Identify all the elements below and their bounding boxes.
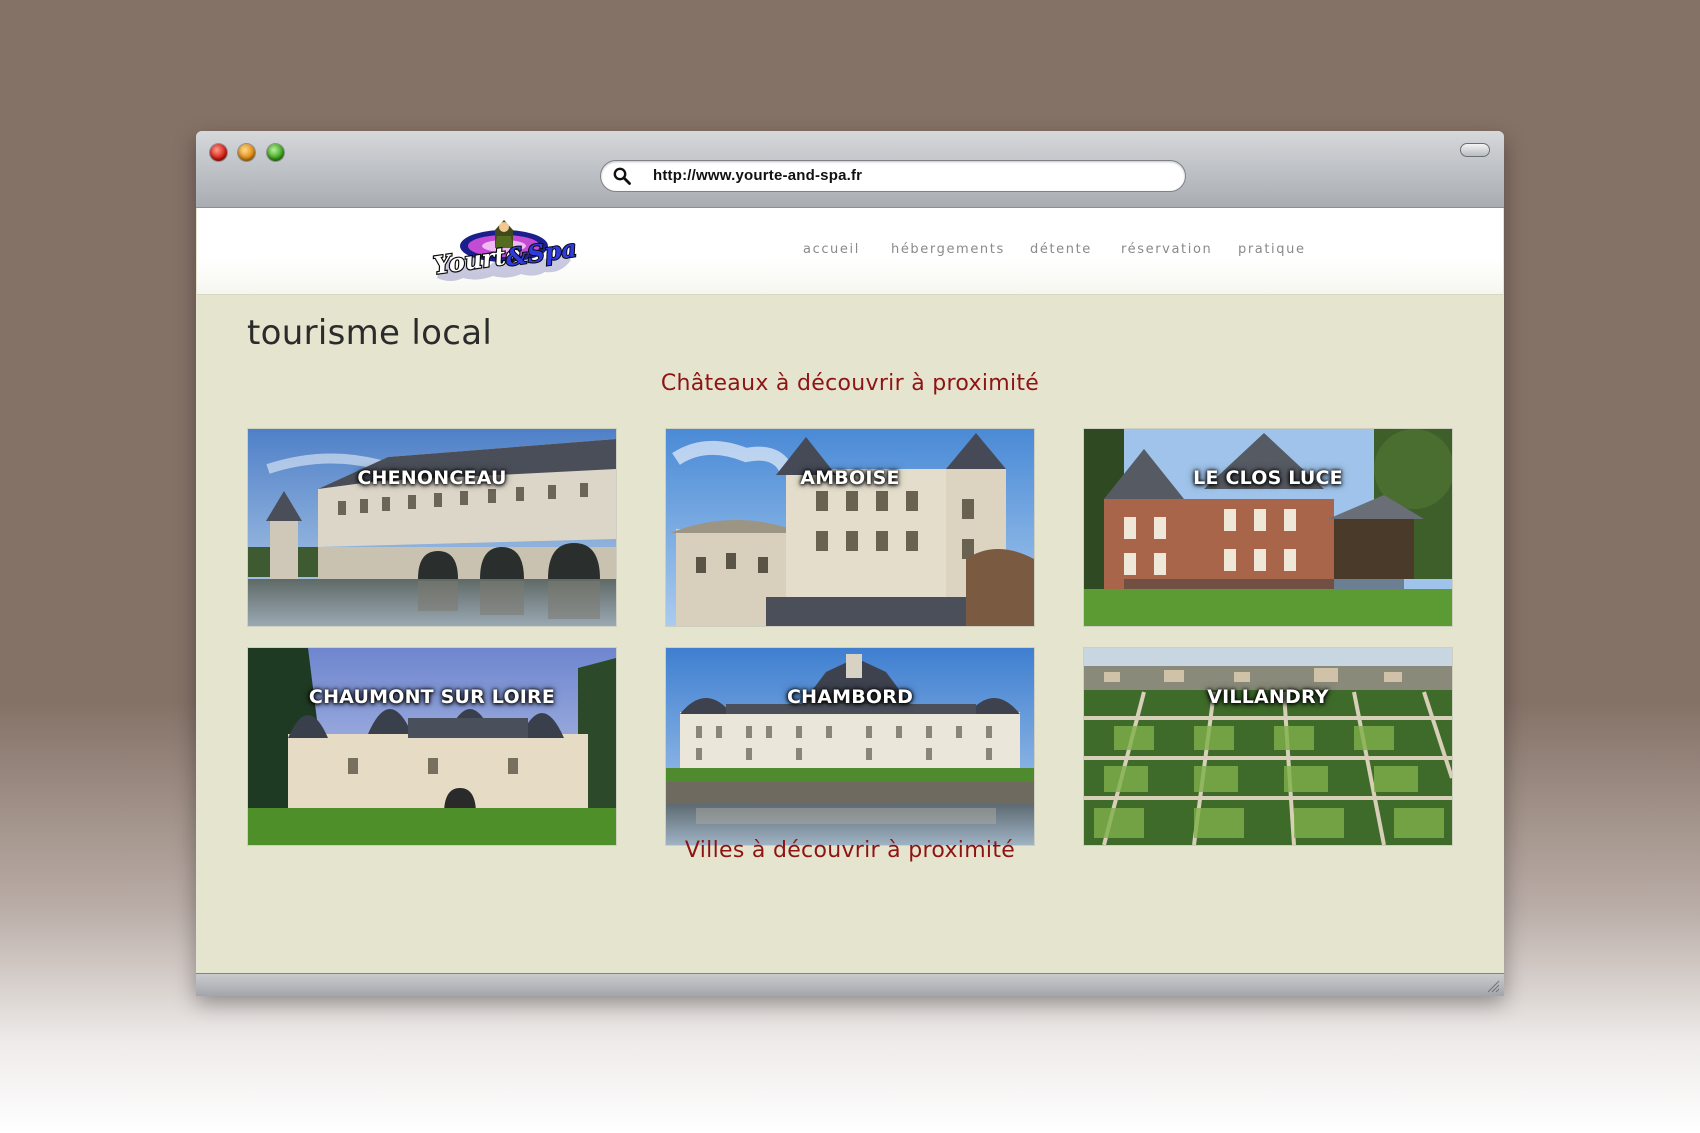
browser-window: http://www.yourte-and-spa.fr Yourte &Spa… [196,131,1504,996]
browser-titlebar: http://www.yourte-and-spa.fr [196,131,1504,208]
card-label: LE CLOS LUCE [1193,467,1343,489]
site-logo[interactable]: Yourte &Spa [429,212,579,290]
card-label: CHENONCEAU [357,467,507,489]
clos-luce-image [1084,429,1452,626]
address-bar[interactable]: http://www.yourte-and-spa.fr [600,160,1186,192]
nav-reservation[interactable]: réservation [1121,242,1212,257]
minimize-window-button[interactable] [238,144,255,161]
card-chaumont-sur-loire[interactable]: CHAUMONT SUR LOIRE [247,647,617,846]
card-label: CHAUMONT SUR LOIRE [308,686,556,708]
chambord-image [666,648,1034,845]
card-chenonceau[interactable]: CHENONCEAU [247,428,617,627]
close-window-button[interactable] [210,144,227,161]
page-content: Yourte &Spa accueil hébergements détente… [197,208,1503,972]
chenonceau-image [248,429,616,626]
card-label: CHAMBORD [786,686,914,708]
toolbar-toggle-button[interactable] [1460,143,1490,157]
browser-status-bar [196,973,1504,996]
villes-heading: Villes à découvrir à proximité [684,838,1016,863]
card-le-clos-luce[interactable]: LE CLOS LUCE [1083,428,1453,627]
card-label: AMBOISE [800,467,900,489]
search-icon [613,167,631,185]
card-amboise[interactable]: AMBOISE [665,428,1035,627]
nav-pratique[interactable]: pratique [1238,242,1306,257]
zoom-window-button[interactable] [267,144,284,161]
amboise-image [666,429,1034,626]
page-title: tourisme local [247,313,493,353]
nav-detente[interactable]: détente [1030,242,1092,257]
card-label: VILLANDRY [1207,686,1329,708]
villandry-image [1084,648,1452,845]
chateaux-heading: Châteaux à découvrir à proximité [660,371,1040,396]
site-header: Yourte &Spa accueil hébergements détente… [197,208,1503,295]
card-villandry[interactable]: VILLANDRY [1083,647,1453,846]
resize-grip-icon[interactable] [1486,979,1500,993]
card-chambord[interactable]: CHAMBORD [665,647,1035,846]
chaumont-image [248,648,616,845]
nav-hebergements[interactable]: hébergements [891,242,1005,257]
nav-accueil[interactable]: accueil [803,242,860,257]
address-url[interactable]: http://www.yourte-and-spa.fr [653,167,862,184]
